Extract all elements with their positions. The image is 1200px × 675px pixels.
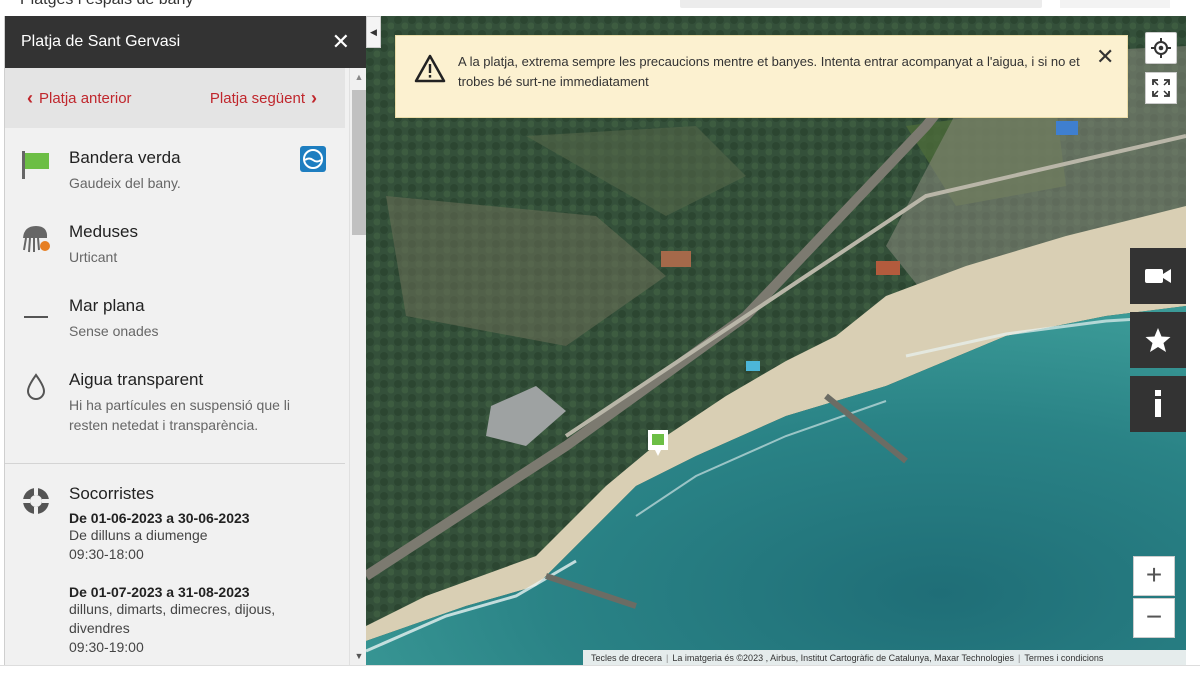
previous-beach-label: Platja anterior — [39, 89, 132, 107]
chevron-right-icon: › — [311, 87, 317, 108]
webcam-button[interactable] — [1130, 248, 1186, 304]
sea-state-item: Mar plana Sense onades — [5, 296, 345, 341]
fullscreen-icon — [1152, 79, 1170, 97]
water-drop-icon — [19, 370, 53, 404]
zoom-in-button[interactable]: + — [1133, 556, 1175, 596]
flag-marker-icon — [648, 430, 668, 456]
water-quality-title: Aigua transparent — [69, 370, 204, 389]
green-flag-icon — [19, 148, 53, 182]
collapse-panel-button[interactable]: ◀ — [366, 16, 381, 48]
lifeguards-item: Socorristes De 01-06-2023 a 30-06-2023 D… — [5, 484, 345, 657]
search-input[interactable] — [680, 0, 1042, 8]
scroll-down-arrow-icon[interactable]: ▼ — [350, 647, 366, 665]
panel-scrollbar[interactable]: ▲ ▼ — [349, 68, 366, 665]
lifeguards-title: Socorristes — [69, 484, 155, 503]
locate-button[interactable] — [1145, 32, 1177, 64]
blue-flag-badge-icon — [300, 146, 326, 172]
breadcrumb[interactable]: Platges i espais de bany — [20, 0, 193, 9]
info-icon — [1155, 390, 1161, 417]
alert-close-icon[interactable]: ✕ — [1096, 44, 1114, 70]
sea-state-subtitle: Sense onades — [69, 323, 159, 339]
imagery-credit: La imatgeria és ©2023 , Airbus, Institut… — [672, 652, 1015, 663]
flag-status-item: Bandera verda Gaudeix del bany. — [5, 146, 345, 193]
water-quality-subtitle: Hi ha partícules en suspensió que li res… — [69, 397, 291, 433]
beach-marker[interactable] — [646, 428, 670, 458]
chevron-left-icon: ‹ — [27, 87, 33, 108]
favorite-button[interactable] — [1130, 312, 1186, 368]
close-icon[interactable]: ✕ — [332, 31, 350, 53]
map-attribution: Tecles de drecera | La imatgeria és ©202… — [583, 650, 1186, 665]
schedule-dates: De 01-06-2023 a 30-06-2023 — [69, 510, 250, 526]
jellyfish-subtitle: Urticant — [69, 249, 118, 265]
scroll-up-arrow-icon[interactable]: ▲ — [350, 68, 366, 86]
sea-state-title: Mar plana — [69, 296, 145, 315]
page-margin — [1186, 16, 1200, 665]
crosshair-icon — [1151, 38, 1171, 58]
jellyfish-title: Meduses — [69, 222, 138, 241]
top-button[interactable] — [1060, 0, 1170, 8]
schedule-days: dilluns, dimarts, dimecres, dijous, dive… — [69, 601, 276, 636]
schedule-days: De dilluns a diumenge — [69, 527, 208, 543]
scroll-thumb[interactable] — [352, 90, 366, 235]
zoom-out-button[interactable]: − — [1133, 598, 1175, 638]
previous-beach-link[interactable]: ‹ Platja anterior — [27, 88, 132, 109]
panel-scroll-area[interactable]: ‹ Platja anterior Platja següent › Bande… — [5, 68, 345, 665]
fullscreen-button[interactable] — [1145, 72, 1177, 104]
lifebuoy-icon — [19, 484, 53, 518]
flat-sea-icon — [19, 296, 53, 330]
keyboard-shortcuts-link[interactable]: Tecles de drecera — [587, 653, 666, 663]
top-bar: Platges i espais de bany — [0, 0, 1200, 16]
warning-icon — [414, 54, 446, 83]
jellyfish-icon — [19, 222, 53, 256]
terms-link[interactable]: Termes i condicions — [1020, 653, 1107, 663]
section-divider — [5, 463, 345, 464]
beach-info-panel: Platja de Sant Gervasi ✕ ‹ Platja anteri… — [4, 16, 366, 665]
alert-message: A la platja, extrema sempre les precauci… — [458, 54, 1080, 89]
panel-title: Platja de Sant Gervasi — [21, 33, 181, 50]
safety-alert: A la platja, extrema sempre les precauci… — [395, 35, 1128, 118]
schedule-hours: 09:30-19:00 — [69, 639, 144, 655]
beach-app: Platges i espais de bany — [0, 0, 1200, 675]
flag-status-subtitle: Gaudeix del bany. — [69, 175, 181, 191]
info-button[interactable] — [1130, 376, 1186, 432]
page-footer-strip — [0, 665, 1200, 675]
jellyfish-item: Meduses Urticant — [5, 222, 345, 267]
next-beach-label: Platja següent — [209, 89, 305, 107]
schedule-hours: 09:30-18:00 — [69, 546, 144, 562]
panel-header: Platja de Sant Gervasi ✕ — [5, 16, 366, 68]
next-beach-link[interactable]: Platja següent › — [210, 88, 317, 109]
schedule-dates: De 01-07-2023 a 31-08-2023 — [69, 584, 250, 600]
water-quality-item: Aigua transparent Hi ha partícules en su… — [5, 370, 345, 435]
star-icon — [1145, 328, 1171, 352]
beach-navigation: ‹ Platja anterior Platja següent › — [5, 68, 345, 128]
video-camera-icon — [1145, 269, 1171, 283]
